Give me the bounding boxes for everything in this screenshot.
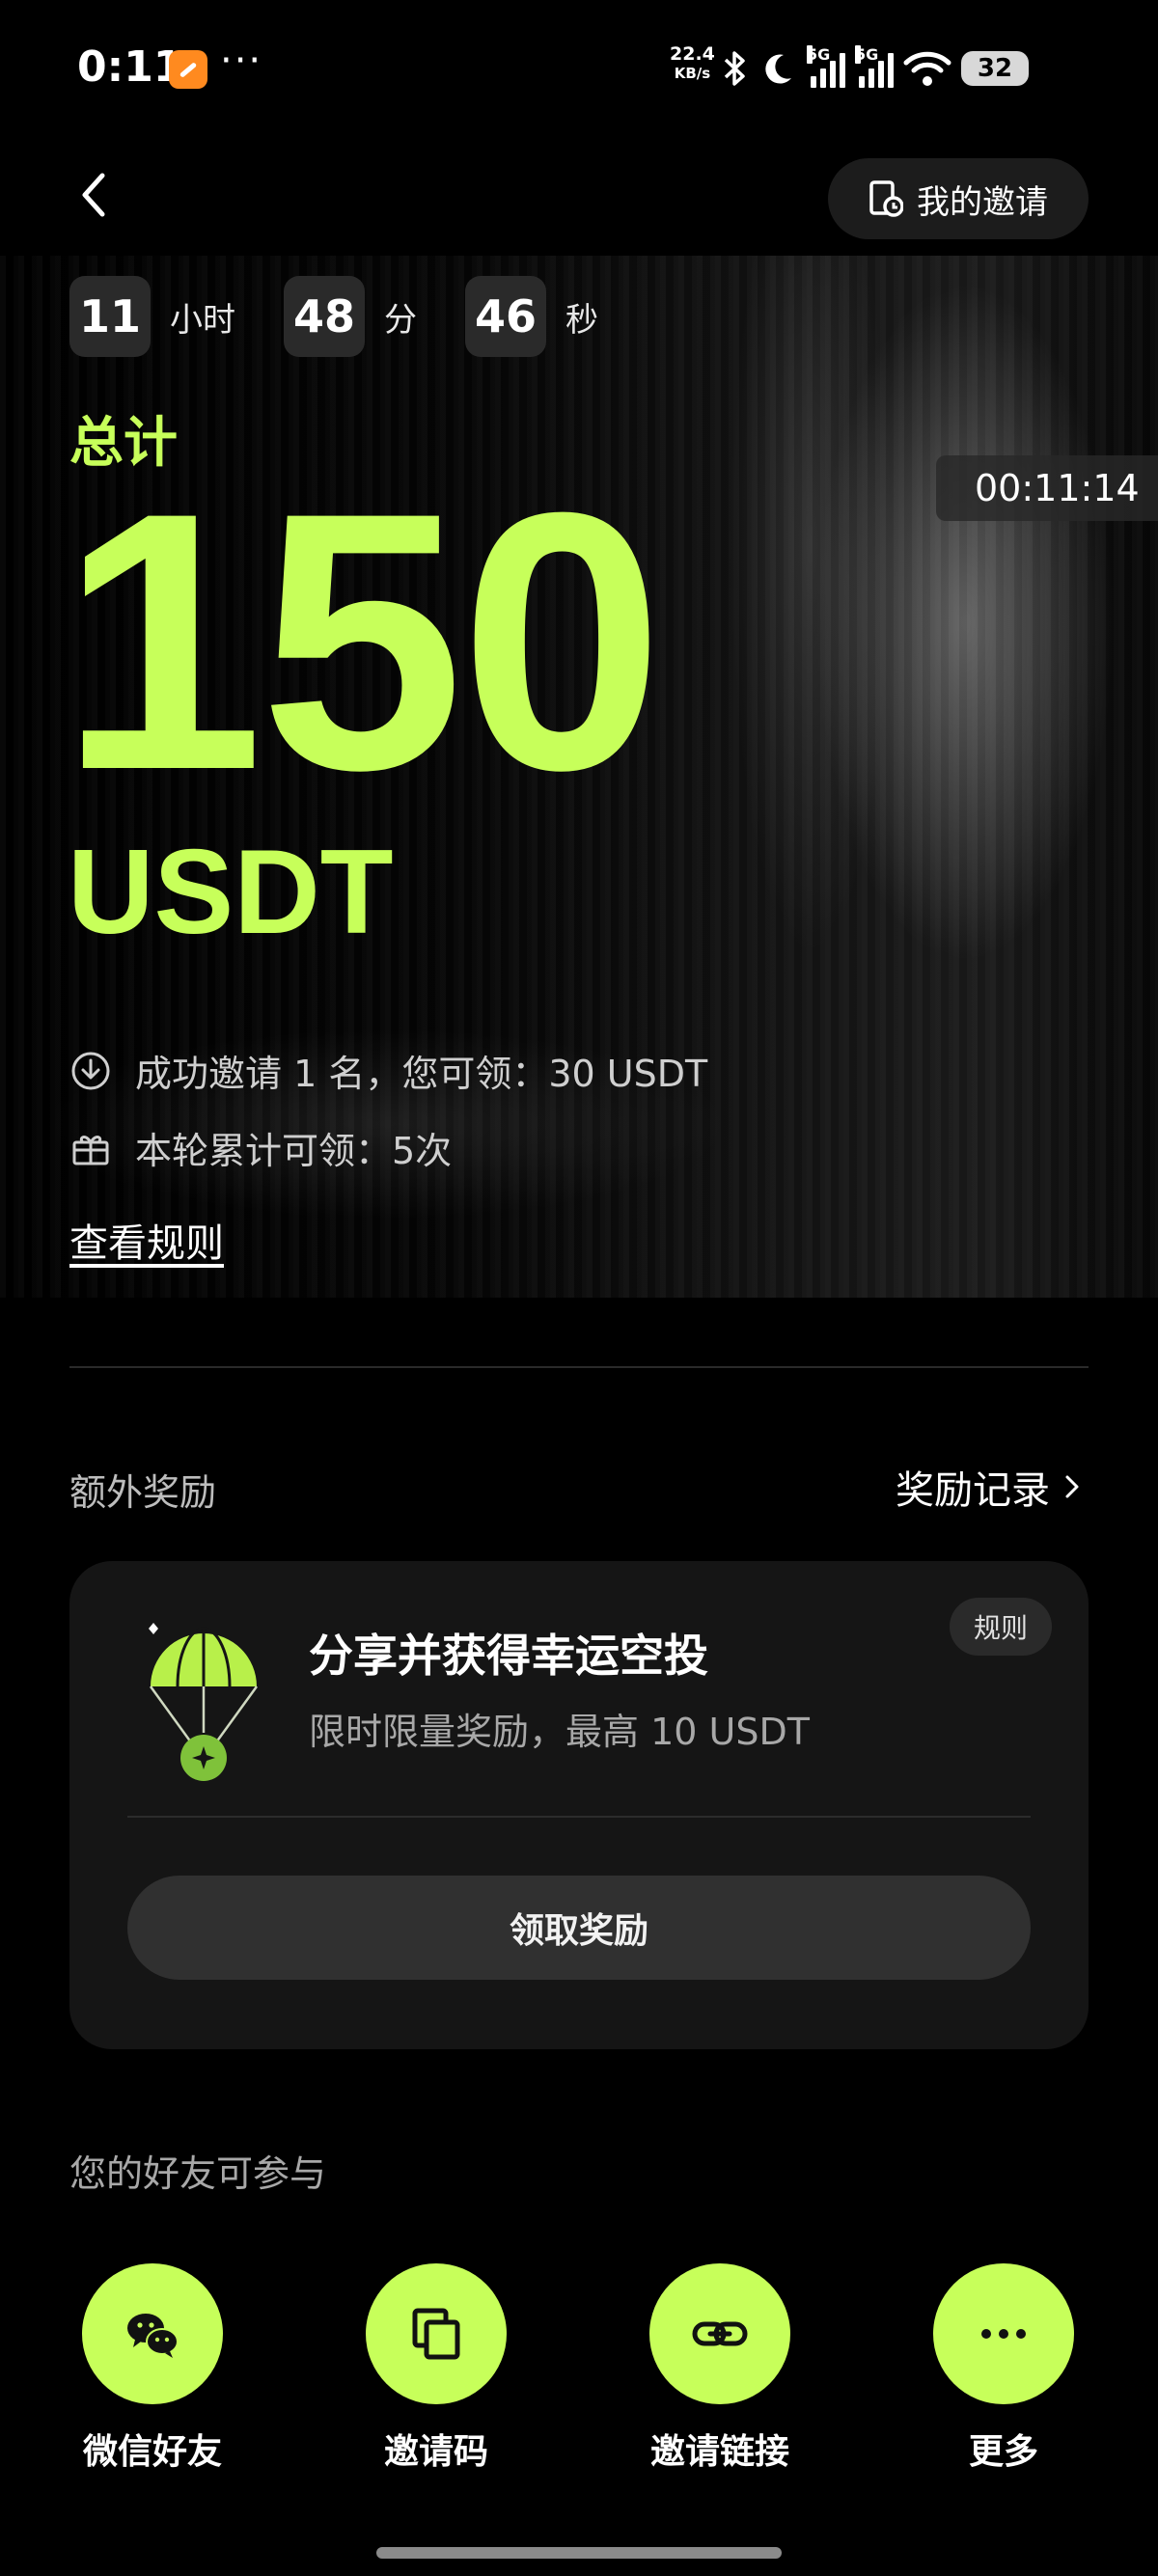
home-indicator[interactable]	[376, 2547, 782, 2559]
countdown-minutes: 48	[284, 276, 365, 357]
share-invite-code-button[interactable]: 邀请码	[340, 2263, 533, 2474]
invite-info-row: 成功邀请 1 名，您可领：30 USDT	[69, 1044, 707, 1097]
clock-badge: 00:11:14	[936, 455, 1158, 521]
network-speed: 22.4 KB/s	[670, 44, 715, 83]
download-circle-icon	[71, 1052, 110, 1089]
copy-icon	[412, 2308, 460, 2360]
share-invite-link-button[interactable]: 邀请链接	[623, 2263, 816, 2474]
reward-record-label: 奖励记录	[896, 1468, 1050, 1513]
network-speed-unit: KB/s	[674, 65, 711, 82]
status-time: 0:11	[77, 42, 183, 92]
invite-info-text: 成功邀请 1 名，您可领：30 USDT	[135, 1053, 708, 1095]
more-icon-circle	[933, 2263, 1074, 2404]
countdown-hours: 11	[69, 276, 151, 357]
countdown-seconds: 46	[465, 276, 546, 357]
extra-rewards-title: 额外奖励	[69, 1471, 217, 1514]
link-icon-circle	[649, 2263, 790, 2404]
lucky-airdrop-card: 分享并获得幸运空投 限时限量奖励，最高 10 USDT 规则 领取奖励	[69, 1561, 1089, 2049]
countdown-seconds-unit: 秒	[565, 300, 598, 340]
chevron-left-icon	[82, 173, 105, 217]
do-not-disturb-moon-icon	[765, 54, 791, 84]
my-invites-label: 我的邀请	[917, 182, 1048, 222]
share-wechat-label: 微信好友	[82, 2432, 222, 2472]
friends-title: 您的好友可参与	[69, 2152, 327, 2195]
share-wechat-button[interactable]: 微信好友	[56, 2263, 249, 2474]
parachute-airdrop-icon	[149, 1623, 259, 1781]
total-unit: USDT	[68, 826, 394, 959]
section-divider	[69, 1366, 1089, 1368]
link-icon	[692, 2321, 748, 2346]
view-rules-link[interactable]: 查看规则	[69, 1212, 224, 1268]
back-button[interactable]	[69, 166, 118, 224]
total-amount: 150	[60, 436, 664, 846]
network-speed-value: 22.4	[670, 43, 715, 65]
copy-icon-circle	[366, 2263, 507, 2404]
signal-sim1-icon: 5G	[807, 45, 845, 88]
signal-sim2-icon: 5G	[855, 45, 894, 88]
chevron-right-icon	[1065, 1475, 1079, 1498]
status-icons: 5G 5G 32	[722, 44, 1029, 93]
countdown-hours-unit: 小时	[170, 300, 235, 340]
app-notification-icon	[169, 50, 207, 89]
status-bar: 0:11 ··· 22.4 KB/s 5G 5G 32	[0, 0, 1158, 135]
my-invites-button[interactable]: 我的邀请	[828, 158, 1089, 239]
share-invite-code-label: 邀请码	[383, 2432, 488, 2472]
card-divider	[127, 1816, 1031, 1818]
countdown-minutes-unit: 分	[384, 300, 417, 340]
wifi-icon	[903, 51, 951, 86]
card-title: 分享并获得幸运空投	[309, 1630, 708, 1682]
share-more-button[interactable]: 更多	[907, 2263, 1100, 2474]
countdown-timer: 11 小时 48 分 46 秒	[69, 276, 598, 357]
battery-indicator: 32	[961, 51, 1029, 86]
gift-icon	[72, 1135, 109, 1165]
claims-info-row: 本轮累计可领：5次	[69, 1121, 452, 1174]
card-rules-button[interactable]: 规则	[950, 1598, 1052, 1656]
share-more-label: 更多	[968, 2432, 1038, 2472]
invite-record-icon	[869, 180, 903, 217]
wechat-icon	[127, 2314, 179, 2358]
more-notifications-icon: ···	[220, 39, 263, 83]
reward-record-link[interactable]: 奖励记录	[896, 1459, 1081, 1515]
share-invite-link-label: 邀请链接	[649, 2432, 789, 2472]
claims-info-text: 本轮累计可领：5次	[135, 1130, 453, 1172]
wechat-icon-circle	[82, 2263, 223, 2404]
card-subtitle: 限时限量奖励，最高 10 USDT	[309, 1711, 810, 1753]
bluetooth-icon	[724, 51, 745, 86]
more-icon	[981, 2329, 1026, 2339]
claim-reward-button[interactable]: 领取奖励	[127, 1876, 1031, 1980]
